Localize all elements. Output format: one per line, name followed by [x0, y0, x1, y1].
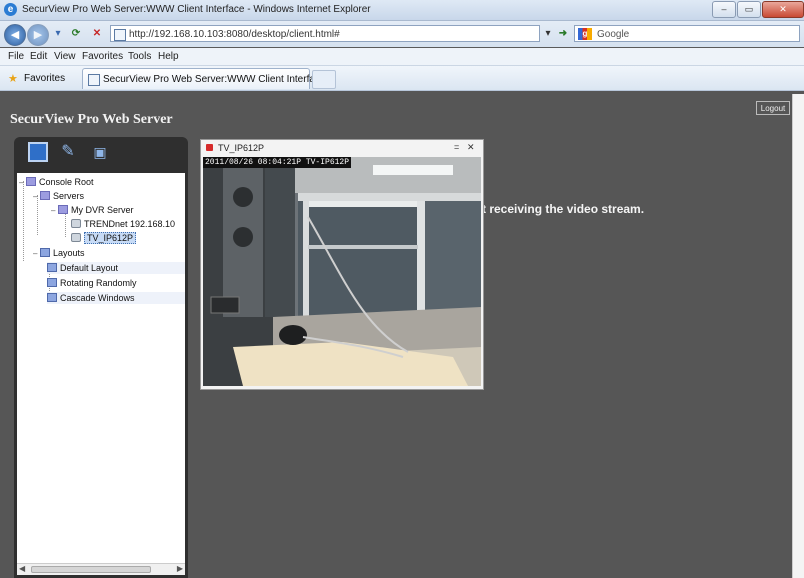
tree-label: Cascade Windows	[60, 293, 135, 303]
menu-tools[interactable]: Tools	[128, 51, 151, 62]
tab-page-icon	[88, 74, 100, 86]
camera-icon	[71, 233, 81, 242]
tree-label: TV_IP612P	[84, 232, 137, 244]
servers-icon	[39, 191, 50, 200]
tree-item-rotating-randomly[interactable]: Rotating Randomly	[47, 277, 185, 289]
scroll-right-icon[interactable]: ▶	[177, 564, 183, 573]
monitor-icon[interactable]: ▣	[90, 142, 110, 162]
menu-bar: File Edit View Favorites Tools Help	[0, 48, 804, 66]
tree-guide	[23, 181, 24, 261]
console-icon[interactable]	[28, 142, 48, 162]
camera-feed	[203, 157, 481, 386]
tree-label: Servers	[52, 191, 84, 201]
scroll-left-icon[interactable]: ◀	[19, 564, 25, 573]
back-button[interactable]: ◀	[4, 24, 26, 46]
logout-button[interactable]: Logout	[756, 101, 790, 115]
page-icon	[114, 29, 126, 41]
video-window-title: TV_IP612P	[218, 143, 265, 153]
camera-icon	[71, 219, 81, 228]
tree-horizontal-scrollbar[interactable]: ◀ ▶	[17, 563, 185, 575]
address-bar-row: ◀ ▶ ▾ ⟳ ✕ http://192.168.10.103:8080/des…	[0, 21, 804, 47]
menu-view[interactable]: View	[54, 51, 76, 62]
menu-edit[interactable]: Edit	[30, 51, 47, 62]
dvr-server-icon	[57, 205, 68, 214]
wrench-icon[interactable]: ✎	[58, 142, 78, 162]
recording-icon	[206, 144, 213, 151]
tree-panel: – Console Root – Servers – My DVR Server…	[14, 169, 188, 578]
layout-icon	[47, 293, 57, 302]
tree-label: Console Root	[38, 177, 94, 187]
tree-item-camera-tv-ip612p[interactable]: TV_IP612P	[71, 232, 137, 244]
tab-title: SecurView Pro Web Server:WWW Client Inte…	[103, 74, 326, 85]
window-title: SecurView Pro Web Server:WWW Client Inte…	[22, 4, 371, 15]
tree-label: My DVR Server	[70, 205, 134, 215]
video-close-button[interactable]: ✕	[467, 142, 475, 153]
menu-file[interactable]: File	[8, 51, 24, 62]
favorites-star-icon[interactable]: ★	[8, 72, 18, 85]
minimize-button[interactable]: –	[712, 1, 736, 18]
app-title: SecurView Pro Web Server	[10, 112, 173, 127]
ie-logo-icon: e	[4, 3, 17, 16]
tree-item-my-dvr-server[interactable]: – My DVR Server	[51, 204, 133, 217]
refresh-icon[interactable]: ⟳	[68, 27, 84, 41]
favorites-bar: ★ Favorites SecurView Pro Web Server:WWW…	[0, 66, 804, 91]
layout-icon	[47, 278, 57, 287]
address-text: http://192.168.10.103:8080/desktop/clien…	[129, 29, 340, 40]
layouts-icon	[39, 248, 50, 257]
tree-label: Default Layout	[60, 263, 119, 273]
status-message: t receiving the video stream.	[482, 202, 645, 216]
tree-item-console-root[interactable]: – Console Root	[19, 176, 94, 189]
menu-help[interactable]: Help	[158, 51, 179, 62]
stop-icon[interactable]: ✕	[89, 27, 105, 41]
maximize-button[interactable]: ▭	[737, 1, 761, 18]
tree-label: Layouts	[52, 248, 85, 258]
layout-icon	[47, 263, 57, 272]
video-minimize-button[interactable]: =	[454, 142, 459, 152]
tree-item-camera-trendnet[interactable]: TRENDnet 192.168.10	[71, 218, 175, 230]
tree-label: Rotating Randomly	[60, 278, 137, 288]
page-scrollbar[interactable]	[792, 94, 804, 578]
console-root-icon	[25, 177, 36, 186]
video-timestamp-overlay: 2011/08/26 08:04:21P TV-IP612P	[203, 157, 352, 168]
new-tab-button[interactable]	[312, 70, 336, 89]
go-arrow-icon[interactable]: ➜	[556, 27, 570, 41]
menu-favorites[interactable]: Favorites	[82, 51, 123, 62]
address-dropdown-icon[interactable]: ▾	[542, 27, 554, 41]
history-dropdown-icon[interactable]: ▾	[52, 27, 64, 41]
google-logo-icon: g	[578, 28, 592, 40]
camera-scene-image	[203, 157, 481, 386]
tree-item-default-layout[interactable]: Default Layout	[47, 262, 185, 274]
browser-tab[interactable]: SecurView Pro Web Server:WWW Client Inte…	[82, 68, 325, 89]
tree-item-layouts[interactable]: – Layouts	[33, 247, 85, 260]
tree-label: TRENDnet 192.168.10	[84, 219, 176, 229]
address-input[interactable]: http://192.168.10.103:8080/desktop/clien…	[110, 25, 540, 42]
tree-item-cascade-windows[interactable]: Cascade Windows	[47, 292, 185, 304]
search-input[interactable]: g Google	[574, 25, 800, 42]
scroll-thumb[interactable]	[31, 566, 151, 573]
search-placeholder: Google	[597, 29, 630, 40]
forward-button[interactable]: ▶	[27, 24, 49, 46]
window-titlebar: e SecurView Pro Web Server:WWW Client In…	[0, 0, 804, 21]
tree-item-servers[interactable]: – Servers	[33, 190, 84, 203]
favorites-button[interactable]: Favorites	[24, 73, 65, 84]
close-window-button[interactable]: ✕	[762, 1, 804, 18]
